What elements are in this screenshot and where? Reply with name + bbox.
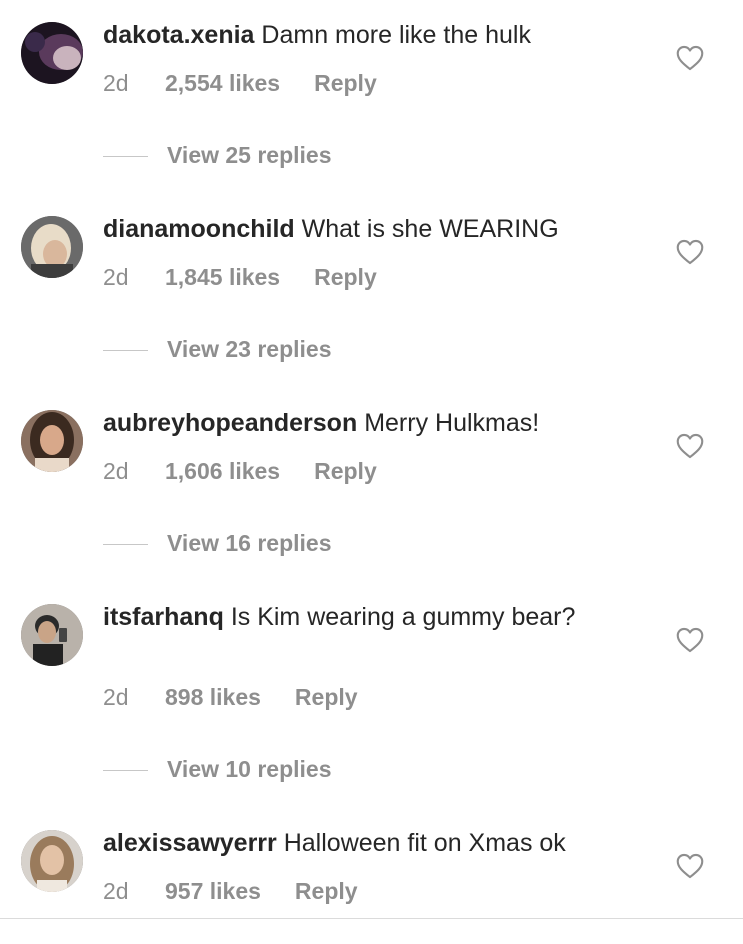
like-count[interactable]: 2,554 likes	[165, 68, 280, 98]
view-replies-label: View 16 replies	[167, 530, 332, 556]
heart-icon[interactable]	[676, 239, 704, 265]
comment-body: Merry Hulkmas!	[364, 409, 540, 437]
reply-button[interactable]: Reply	[295, 876, 358, 906]
comment-username[interactable]: dakota.xenia	[103, 21, 254, 49]
comment-body: What is she WEARING	[301, 215, 559, 243]
comment-time: 2d	[103, 70, 129, 96]
reply-button[interactable]: Reply	[314, 68, 377, 98]
comment-text: dianamoonchild What is she WEARING	[103, 213, 623, 246]
comment-text: dakota.xenia Damn more like the hulk	[103, 19, 623, 52]
comment-time: 2d	[103, 264, 129, 290]
bottom-divider	[0, 918, 743, 919]
replies-divider-line	[103, 156, 148, 158]
avatar[interactable]	[21, 22, 83, 84]
like-count[interactable]: 1,845 likes	[165, 262, 280, 292]
comment-body: Damn more like the hulk	[261, 21, 531, 49]
replies-divider-line	[103, 544, 148, 546]
replies-divider-line	[103, 350, 148, 352]
like-count[interactable]: 957 likes	[165, 876, 261, 906]
comment-meta: 2d 1,845 likes Reply	[103, 262, 377, 292]
avatar[interactable]	[21, 216, 83, 278]
comment-username[interactable]: itsfarhanq	[103, 603, 224, 631]
like-count[interactable]: 1,606 likes	[165, 456, 280, 486]
comment-meta: 2d 1,606 likes Reply	[103, 456, 377, 486]
view-replies-button[interactable]: View 10 replies	[103, 754, 332, 784]
like-count[interactable]: 898 likes	[165, 682, 261, 712]
view-replies-button[interactable]: View 16 replies	[103, 528, 332, 558]
reply-button[interactable]: Reply	[314, 262, 377, 292]
view-replies-label: View 23 replies	[167, 336, 332, 362]
comment-text: aubreyhopeanderson Merry Hulkmas!	[103, 407, 623, 440]
view-replies-button[interactable]: View 23 replies	[103, 334, 332, 364]
comment-username[interactable]: aubreyhopeanderson	[103, 409, 357, 437]
heart-icon[interactable]	[676, 627, 704, 653]
comment-text: alexissawyerrr Halloween fit on Xmas ok	[103, 827, 623, 860]
reply-button[interactable]: Reply	[314, 456, 377, 486]
view-replies-button[interactable]: View 25 replies	[103, 140, 332, 170]
comment-time: 2d	[103, 684, 129, 710]
comment-body: Halloween fit on Xmas ok	[283, 829, 566, 857]
heart-icon[interactable]	[676, 853, 704, 879]
comment-meta: 2d 957 likes Reply	[103, 876, 358, 906]
avatar[interactable]	[21, 410, 83, 472]
comment-username[interactable]: alexissawyerrr	[103, 829, 277, 857]
comment-username[interactable]: dianamoonchild	[103, 215, 295, 243]
comment-meta: 2d 2,554 likes Reply	[103, 68, 377, 98]
heart-icon[interactable]	[676, 433, 704, 459]
heart-icon[interactable]	[676, 45, 704, 71]
avatar[interactable]	[21, 830, 83, 892]
comment-body: Is Kim wearing a gummy bear?	[230, 603, 576, 631]
comment-text: itsfarhanq Is Kim wearing a gummy bear?	[103, 601, 623, 634]
comment-meta: 2d 898 likes Reply	[103, 682, 358, 712]
comment-time: 2d	[103, 878, 129, 904]
comment-time: 2d	[103, 458, 129, 484]
avatar[interactable]	[21, 604, 83, 666]
reply-button[interactable]: Reply	[295, 682, 358, 712]
replies-divider-line	[103, 770, 148, 772]
view-replies-label: View 25 replies	[167, 142, 332, 168]
view-replies-label: View 10 replies	[167, 756, 332, 782]
